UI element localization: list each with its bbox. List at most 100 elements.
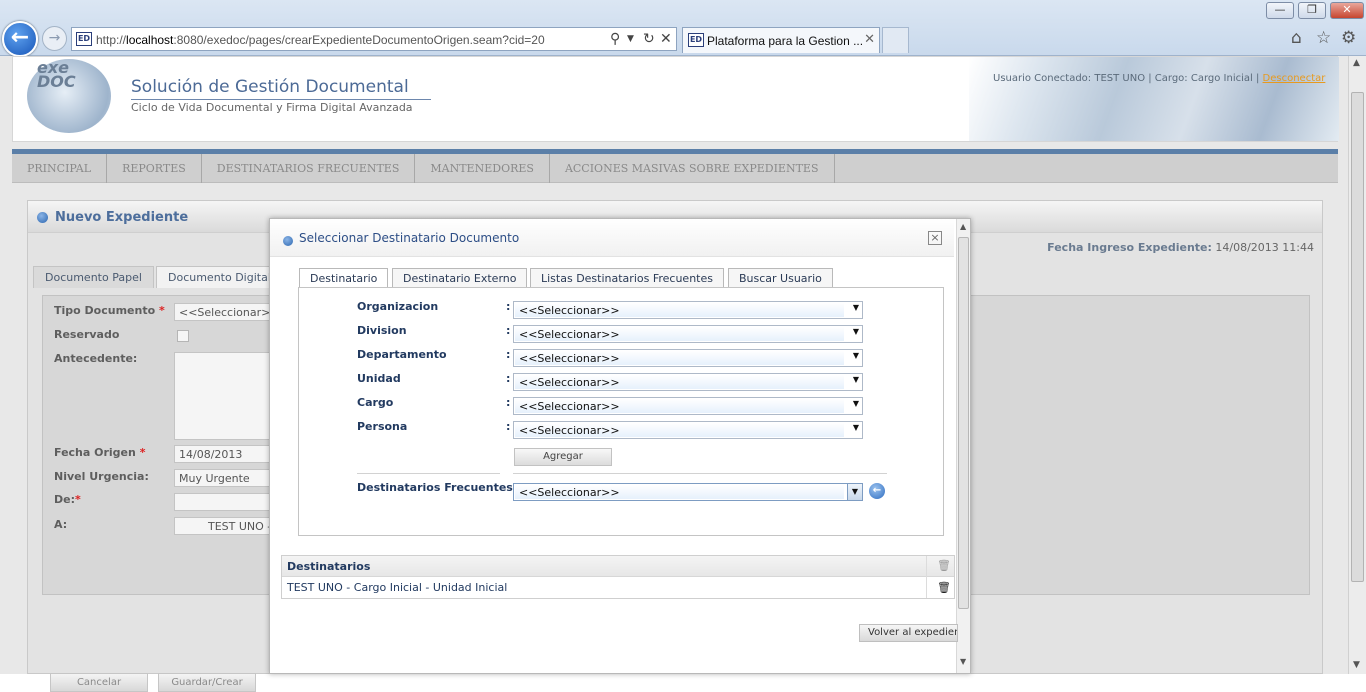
chevron-down-icon: ▼ (852, 399, 859, 408)
nav-destinatarios-frecuentes[interactable]: DESTINATARIOS FRECUENTES (202, 154, 416, 183)
window-close-button[interactable]: ✕ (1330, 2, 1364, 19)
tab-documento-digital[interactable]: Documento Digital (156, 266, 283, 288)
a-input[interactable]: TEST UNO - (174, 517, 284, 535)
chevron-down-icon: ▼ (852, 375, 859, 384)
scroll-down-icon[interactable]: ▼ (960, 657, 966, 666)
new-tab-button[interactable] (882, 27, 909, 53)
address-bar[interactable]: ED http://localhost:8080/exedoc/pages/cr… (71, 27, 677, 51)
nav-reportes[interactable]: REPORTES (107, 154, 202, 183)
bullet-icon (37, 212, 48, 223)
cargo-select[interactable]: <<Seleccionar>> ▼ (513, 397, 863, 415)
site-subtitle: Ciclo de Vida Documental y Firma Digital… (131, 101, 413, 114)
site-favicon: ED (76, 32, 92, 46)
back-arrow-icon[interactable]: ← (2, 21, 38, 57)
organizacion-label: Organizacion (357, 300, 439, 313)
tab-close-icon[interactable]: ✕ (864, 32, 875, 47)
bullet-icon (283, 236, 293, 246)
trash-icon[interactable]: 🗑 (937, 581, 951, 595)
tab-documento-papel[interactable]: Documento Papel (33, 266, 154, 288)
save-button[interactable]: Guardar/Crear (158, 673, 256, 692)
nivel-urgencia-select[interactable]: Muy Urgente (174, 469, 284, 487)
tab-destinatario[interactable]: Destinatario (299, 268, 389, 289)
reservado-checkbox[interactable] (177, 330, 189, 342)
browser-chrome: ← → ED http://localhost:8080/exedoc/page… (0, 0, 1366, 57)
user-info-text: Usuario Conectado: TEST UNO | Cargo: Car… (993, 73, 1263, 84)
user-info: Usuario Conectado: TEST UNO | Cargo: Car… (993, 73, 1325, 84)
de-input[interactable] (174, 493, 284, 511)
unidad-select[interactable]: <<Seleccionar>> ▼ (513, 373, 863, 391)
exedoc-logo: exe DOC (27, 59, 111, 133)
logout-link[interactable]: Desconectar (1263, 73, 1326, 84)
close-icon[interactable]: ✕ (660, 31, 672, 47)
column-divider (926, 556, 927, 598)
unidad-label: Unidad (357, 372, 401, 385)
destinatario-tab-body: Organizacion : <<Seleccionar>> ▼ Division… (298, 287, 944, 536)
scroll-down-icon[interactable]: ▼ (1353, 660, 1360, 670)
browser-tab[interactable]: ED Plataforma para la Gestion ... ✕ (682, 27, 880, 53)
trash-icon[interactable]: 🗑 (937, 559, 951, 573)
tab-favicon: ED (688, 33, 704, 47)
organizacion-select[interactable]: <<Seleccionar>> ▼ (513, 301, 863, 319)
nivel-urgencia-label: Nivel Urgencia: (54, 470, 149, 483)
site-header: exe DOC Solución de Gestión Documental C… (12, 56, 1339, 142)
cancel-button[interactable]: Cancelar (50, 673, 148, 692)
search-icon[interactable]: ⚲ (610, 31, 620, 47)
departamento-label: Departamento (357, 348, 447, 361)
tipo-documento-select[interactable]: <<Seleccionar>> (174, 303, 284, 321)
restore-button[interactable]: ❐ (1298, 2, 1326, 19)
nav-principal[interactable]: PRINCIPAL (12, 154, 108, 183)
fecha-ingreso: Fecha Ingreso Expediente: 14/08/2013 11:… (1047, 241, 1314, 254)
de-label: De:* (54, 493, 81, 506)
gear-icon[interactable]: ⚙ (1341, 28, 1356, 48)
chevron-down-icon: ▼ (852, 327, 859, 336)
scroll-up-icon[interactable]: ▲ (960, 222, 966, 231)
page-scrollbar[interactable]: ▲ ▼ (1348, 56, 1366, 674)
star-icon[interactable]: ☆ (1316, 28, 1331, 48)
division-label: Division (357, 324, 407, 337)
tab-destinatario-externo[interactable]: Destinatario Externo (392, 268, 528, 288)
modal-scrollbar-thumb[interactable] (958, 237, 969, 609)
fecha-ingreso-label: Fecha Ingreso Expediente: (1047, 241, 1212, 254)
header-banner-image (969, 57, 1339, 141)
search-dropdown-icon[interactable]: ▼ (627, 34, 634, 44)
table-header: Destinatarios 🗑 (282, 556, 954, 577)
minimize-button[interactable]: — (1266, 2, 1294, 19)
url-text[interactable]: http://localhost:8080/exedoc/pages/crear… (96, 33, 545, 47)
url-prefix: http:// (96, 33, 127, 47)
cargo-label: Cargo (357, 396, 394, 409)
forward-arrow-icon[interactable]: → (42, 26, 67, 51)
tab-title: Plataforma para la Gestion ... (707, 34, 864, 48)
reservado-label: Reservado (54, 328, 120, 341)
antecedente-textarea[interactable] (174, 352, 284, 440)
modal-scrollbar[interactable]: ▲ ▼ (956, 219, 970, 673)
scroll-up-icon[interactable]: ▲ (1353, 58, 1360, 68)
nav-acciones-masivas[interactable]: ACCIONES MASIVAS SOBRE EXPEDIENTES (550, 154, 835, 183)
destinatarios-frecuentes-label: Destinatarios Frecuentes : (357, 481, 522, 494)
division-select[interactable]: <<Seleccionar>> ▼ (513, 325, 863, 343)
antecedente-label: Antecedente: (54, 352, 138, 365)
agregar-button[interactable]: Agregar (514, 448, 612, 466)
tipo-documento-label: Tipo Documento * (54, 304, 165, 317)
destinatarios-table: Destinatarios 🗑 TEST UNO - Cargo Inicial… (281, 555, 955, 599)
persona-select[interactable]: <<Seleccionar>> ▼ (513, 421, 863, 439)
scrollbar-thumb[interactable] (1351, 92, 1364, 582)
modal-header: Seleccionar Destinatario Documento × (270, 219, 954, 257)
site-title: Solución de Gestión Documental (131, 77, 431, 100)
divider (513, 473, 887, 474)
volver-expediente-button[interactable]: Volver al expediente (859, 624, 958, 642)
nav-mantenedores[interactable]: MANTENEDORES (415, 154, 550, 183)
departamento-select[interactable]: <<Seleccionar>> ▼ (513, 349, 863, 367)
chevron-down-icon: ▼ (852, 423, 859, 432)
refresh-icon[interactable]: ↻ (643, 31, 655, 47)
main-nav: PRINCIPAL REPORTES DESTINATARIOS FRECUEN… (12, 154, 1338, 183)
home-icon[interactable]: ⌂ (1291, 28, 1302, 48)
a-label: A: (54, 518, 68, 531)
destinatarios-frecuentes-select[interactable]: <<Seleccionar>> ▼ (513, 483, 863, 501)
tab-buscar-usuario[interactable]: Buscar Usuario (728, 268, 833, 288)
modal-close-icon[interactable]: × (928, 231, 942, 245)
go-arrow-icon[interactable]: ← (869, 483, 885, 499)
fecha-origen-input[interactable]: 14/08/2013 (174, 445, 284, 463)
panel-title: Nuevo Expediente (55, 210, 189, 225)
divider (357, 473, 500, 474)
tab-listas-frecuentes[interactable]: Listas Destinatarios Frecuentes (530, 268, 724, 288)
